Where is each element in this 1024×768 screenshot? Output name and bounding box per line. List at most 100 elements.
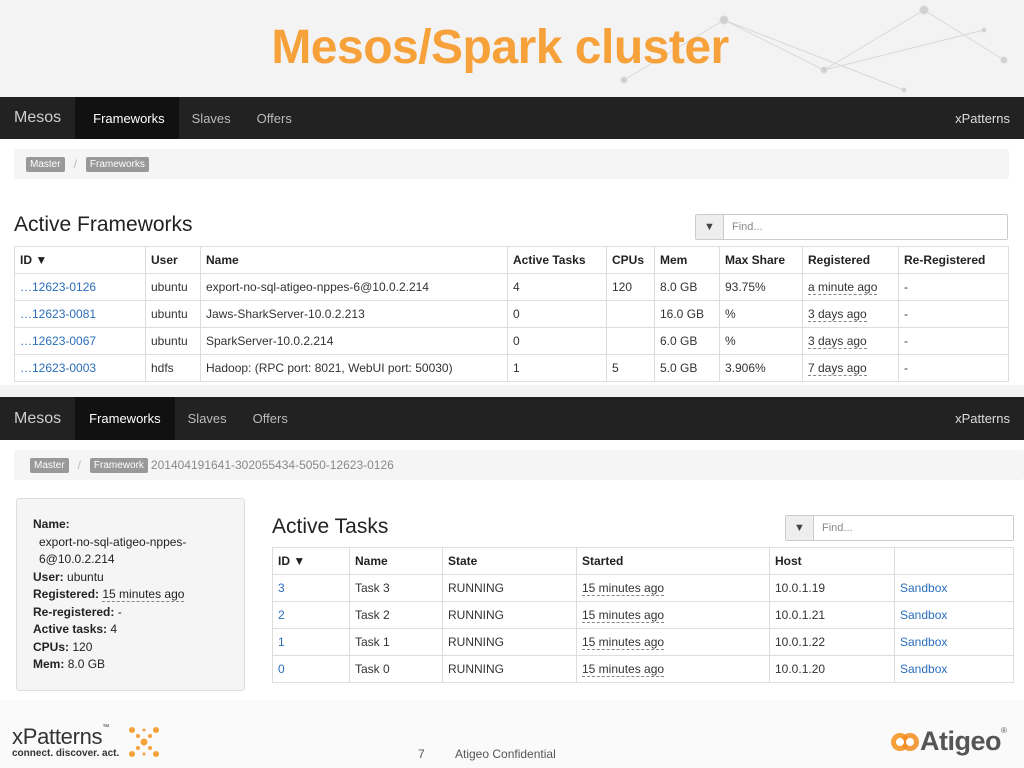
framework-id-link[interactable]: …12623-0067 <box>20 334 96 348</box>
xpatterns-logo-word: xPatterns™ <box>12 724 109 749</box>
table-row: …12623-0003 hdfs Hadoop: (RPC port: 8021… <box>14 354 1009 382</box>
framework-name-cell: export-no-sql-atigeo-nppes-6@10.0.2.214 <box>200 273 508 301</box>
col-name[interactable]: Name <box>349 547 443 575</box>
info-registered-label: Registered: <box>33 587 100 601</box>
info-mem-row: Mem: 8.0 GB <box>33 656 228 674</box>
nav-offers[interactable]: Offers <box>240 397 301 440</box>
framework-user-cell: ubuntu <box>145 327 201 355</box>
task-started-cell: 15 minutes ago <box>576 628 770 656</box>
framework-cpus-cell: 5 <box>606 354 655 382</box>
breadcrumb-master[interactable]: Master <box>30 457 69 473</box>
mesos-brand-link[interactable]: Mesos <box>0 97 75 139</box>
col-reregistered[interactable]: Re-Registered <box>898 246 1009 274</box>
framework-id-cell: …12623-0003 <box>14 354 146 382</box>
framework-share-cell: % <box>719 300 803 328</box>
info-cpus-label: CPUs: <box>33 639 70 654</box>
nav-slaves[interactable]: Slaves <box>175 397 240 440</box>
nav-frameworks[interactable]: Frameworks <box>75 397 175 440</box>
info-name-value-line2: 6@10.0.2.214 <box>39 552 115 566</box>
framework-reregistered-cell: - <box>898 273 1009 301</box>
col-id[interactable]: ID ▼ <box>14 246 146 274</box>
framework-registered-cell: 7 days ago <box>802 354 899 382</box>
table-row: 2 Task 2 RUNNING 15 minutes ago 10.0.1.2… <box>272 601 1014 629</box>
col-started[interactable]: Started <box>576 547 770 575</box>
task-host-cell: 10.0.1.21 <box>769 601 895 629</box>
col-state[interactable]: State <box>442 547 577 575</box>
table-row: 3 Task 3 RUNNING 15 minutes ago 10.0.1.1… <box>272 574 1014 602</box>
nav-slaves[interactable]: Slaves <box>179 97 244 139</box>
task-name-cell: Task 2 <box>349 601 443 629</box>
frameworks-search-input[interactable] <box>724 215 1007 239</box>
sandbox-link[interactable]: Sandbox <box>900 608 947 622</box>
col-id[interactable]: ID ▼ <box>272 547 350 575</box>
task-id-link[interactable]: 0 <box>278 662 285 676</box>
top-navbar: Mesos Frameworks Slaves Offers xPatterns <box>0 97 1024 139</box>
info-cpus-value: 120 <box>72 639 93 654</box>
tasks-table: ID ▼ Name State Started Host 3 Task 3 RU… <box>272 547 1014 683</box>
table-row: …12623-0081 ubuntu Jaws-SharkServer-10.0… <box>14 300 1009 328</box>
task-name-cell: Task 1 <box>349 628 443 656</box>
col-user[interactable]: User <box>145 246 201 274</box>
task-state-cell: RUNNING <box>442 574 577 602</box>
confidential-label: Atigeo Confidential <box>455 747 556 761</box>
atigeo-registered-mark: ® <box>1001 726 1007 735</box>
framework-reregistered-cell: - <box>898 327 1009 355</box>
framework-id-link[interactable]: …12623-0003 <box>20 361 96 375</box>
tasks-search-input[interactable] <box>814 516 1013 540</box>
task-id-cell: 3 <box>272 574 350 602</box>
xpatterns-tagline: connect. discover. act. <box>12 748 120 759</box>
filter-icon: ▼ <box>696 215 724 239</box>
registered-time: 3 days ago <box>808 334 867 349</box>
task-id-link[interactable]: 3 <box>278 581 285 595</box>
framework-share-cell: 3.906% <box>719 354 803 382</box>
framework-name-cell: Hadoop: (RPC port: 8021, WebUI port: 500… <box>200 354 508 382</box>
nav-frameworks[interactable]: Frameworks <box>75 97 179 139</box>
task-sandbox-cell: Sandbox <box>894 601 1014 629</box>
xpatterns-logo: xPatterns™ connect. discover. act. <box>12 724 161 759</box>
info-reregistered-row: Re-registered: - <box>33 604 228 622</box>
info-cpus-row: CPUs: 120 <box>33 639 228 657</box>
task-state-cell: RUNNING <box>442 628 577 656</box>
framework-mem-cell: 8.0 GB <box>654 273 720 301</box>
info-user-value: ubuntu <box>67 569 104 584</box>
sandbox-link[interactable]: Sandbox <box>900 662 947 676</box>
nav-xpatterns[interactable]: xPatterns <box>941 397 1024 440</box>
task-state-cell: RUNNING <box>442 655 577 683</box>
col-name[interactable]: Name <box>200 246 508 274</box>
task-host-cell: 10.0.1.19 <box>769 574 895 602</box>
sandbox-link[interactable]: Sandbox <box>900 581 947 595</box>
breadcrumb-framework[interactable]: Framework <box>89 457 148 473</box>
info-reregistered-value: - <box>117 604 122 619</box>
task-started-cell: 15 minutes ago <box>576 601 770 629</box>
breadcrumb-frameworks[interactable]: Frameworks <box>85 156 149 172</box>
framework-id-link[interactable]: …12623-0081 <box>20 307 96 321</box>
task-id-link[interactable]: 1 <box>278 635 285 649</box>
col-mem[interactable]: Mem <box>654 246 720 274</box>
info-user-row: User: ubuntu <box>33 569 228 587</box>
breadcrumb-master[interactable]: Master <box>26 156 65 172</box>
atigeo-logo-word: Atigeo <box>920 726 1002 756</box>
mesos-brand-link[interactable]: Mesos <box>0 397 75 440</box>
col-max-share[interactable]: Max Share <box>719 246 803 274</box>
sandbox-link[interactable]: Sandbox <box>900 635 947 649</box>
framework-registered-cell: a minute ago <box>802 273 899 301</box>
top-breadcrumb: Master / Frameworks <box>14 149 1009 179</box>
framework-registered-cell: 3 days ago <box>802 300 899 328</box>
active-frameworks-title: Active Frameworks <box>14 213 193 236</box>
task-sandbox-cell: Sandbox <box>894 574 1014 602</box>
task-id-cell: 2 <box>272 601 350 629</box>
framework-cpus-cell <box>606 300 655 328</box>
col-registered[interactable]: Registered <box>802 246 899 274</box>
registered-time: a minute ago <box>808 280 878 295</box>
framework-id-link[interactable]: …12623-0126 <box>20 280 96 294</box>
task-id-cell: 1 <box>272 628 350 656</box>
col-active-tasks[interactable]: Active Tasks <box>507 246 607 274</box>
nav-xpatterns[interactable]: xPatterns <box>941 97 1024 139</box>
col-host[interactable]: Host <box>769 547 895 575</box>
nav-offers[interactable]: Offers <box>244 97 305 139</box>
framework-mem-cell: 6.0 GB <box>654 327 720 355</box>
task-id-link[interactable]: 2 <box>278 608 285 622</box>
col-cpus[interactable]: CPUs <box>606 246 655 274</box>
breadcrumb-separator: / <box>73 157 77 171</box>
framework-reregistered-cell: - <box>898 300 1009 328</box>
